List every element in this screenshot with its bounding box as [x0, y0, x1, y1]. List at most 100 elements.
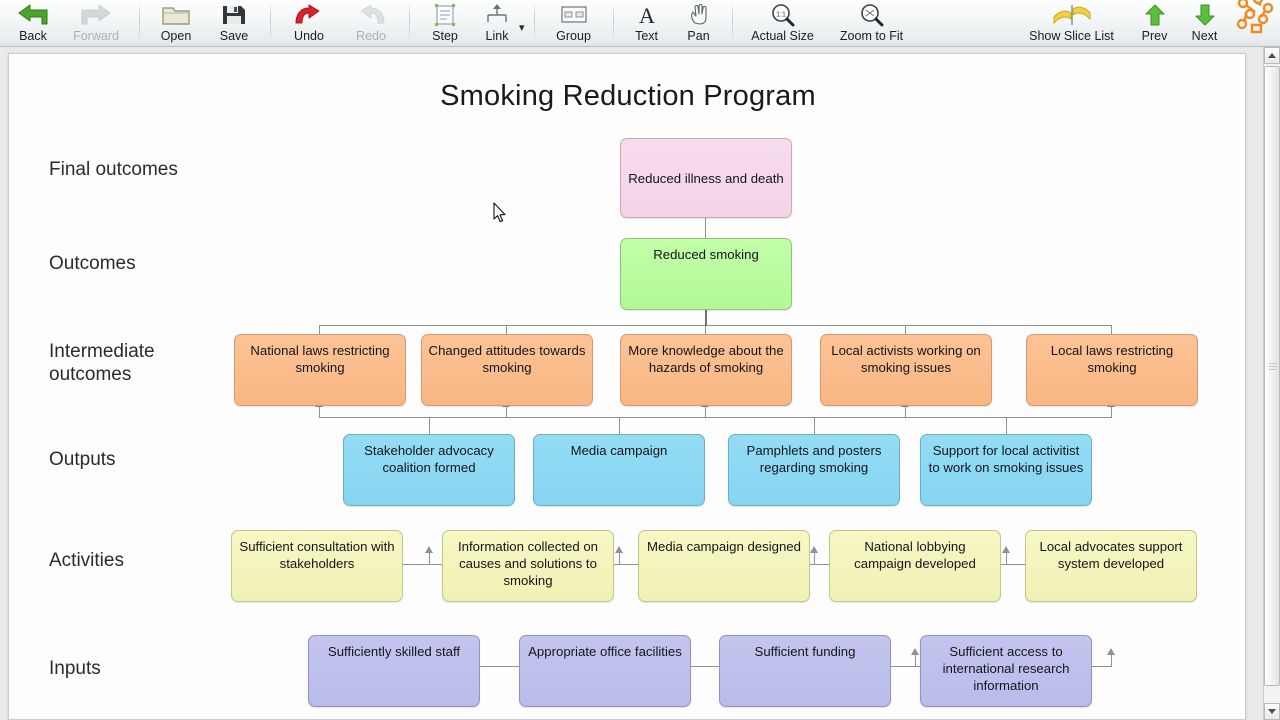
node-activity-5[interactable]: Local advocates support system developed [1025, 530, 1197, 602]
node-activity-3[interactable]: Media campaign designed [638, 530, 810, 602]
row-label-intermediate-outcomes-text: Intermediate outcomes [49, 341, 155, 385]
toolbar-separator [139, 3, 140, 41]
toolbar-label-show-slice-list: Show Slice List [1029, 29, 1114, 43]
node-input-2[interactable]: Appropriate office facilities [519, 635, 691, 707]
node-intermediate-outcome-5[interactable]: Local laws restricting smoking [1026, 334, 1198, 406]
scrollbar-thumb[interactable] [1264, 66, 1280, 686]
connector-rise-output-1 [429, 552, 430, 565]
zoom-to-fit-icon [859, 2, 885, 28]
node-input-3[interactable]: Sufficient funding [719, 635, 891, 707]
connector-arrow-output-2 [615, 546, 623, 553]
scrollbar-grip-icon [1269, 363, 1277, 370]
node-activity-2[interactable]: Information collected on causes and solu… [442, 530, 614, 602]
toolbar-button-redo[interactable]: Redo [340, 0, 402, 47]
triangle-down-icon [1268, 709, 1276, 714]
node-intermediate-outcome-3[interactable]: More knowledge about the hazards of smok… [620, 334, 792, 406]
connector-bus-intermediate-outcomes [319, 325, 1111, 326]
node-outcome-1[interactable]: Reduced smoking [620, 238, 792, 310]
diagram-canvas[interactable]: Smoking Reduction Program Final outcomes… [0, 47, 1280, 720]
connector-rise-output-4 [1006, 552, 1007, 565]
connector-rise-output-2 [619, 552, 620, 565]
node-intermediate-outcome-2[interactable]: Changed attitudes towards smoking [421, 334, 593, 406]
toolbar-button-show-slice-list[interactable]: Show Slice List [1014, 0, 1130, 47]
toolbar-label-save: Save [219, 29, 249, 43]
connector-arrow-activity-4 [911, 648, 919, 655]
diagram-page[interactable]: Smoking Reduction Program Final outcomes… [8, 53, 1246, 720]
node-final-outcome-1[interactable]: Reduced illness and death [620, 138, 792, 218]
link-icon [483, 2, 511, 28]
row-label-activities: Activities [49, 550, 124, 571]
actual-size-icon: 1:1 [770, 2, 796, 28]
page-title: Smoking Reduction Program [440, 80, 816, 112]
connector-rise-intermediate-4 [905, 406, 906, 418]
node-label: Pamphlets and posters regarding smoking [746, 443, 882, 475]
toolbar-label-zoom-to-fit: Zoom to Fit [839, 29, 904, 43]
forward-arrow-icon [79, 2, 113, 28]
toolbar-button-text[interactable]: A Text [621, 0, 673, 47]
toolbar-button-forward[interactable]: Forward [60, 0, 132, 47]
node-output-1[interactable]: Stakeholder advocacy coalition formed [343, 434, 515, 506]
node-input-4[interactable]: Sufficient access to international resea… [920, 635, 1092, 707]
row-label-outputs: Outputs [49, 449, 116, 470]
toolbar-button-open[interactable]: Open [147, 0, 205, 47]
toolbar-label-next: Next [1191, 29, 1218, 43]
toolbar-button-prev[interactable]: Prev [1130, 0, 1180, 47]
node-label: National laws restricting smoking [250, 343, 390, 375]
toolbar-button-step[interactable]: Step [417, 0, 473, 47]
svg-text:A: A [639, 3, 655, 27]
text-a-icon: A [635, 2, 659, 28]
connector-drop-output-3 [814, 417, 815, 435]
toolbar-button-group[interactable]: Group [542, 0, 606, 47]
connector-rise-intermediate-3 [705, 406, 706, 418]
toolbar-label-step: Step [432, 29, 458, 43]
node-activity-1[interactable]: Sufficient consultation with stakeholder… [231, 530, 403, 602]
connector-rise-activity-5 [1111, 654, 1112, 667]
toolbar-button-zoom-to-fit[interactable]: Zoom to Fit [826, 0, 918, 47]
toolbar-label-group: Group [556, 29, 591, 43]
node-label: Local activists working on smoking issue… [831, 343, 981, 375]
undo-arrow-icon [293, 2, 325, 28]
main-toolbar: Back Forward Open Save Undo Redo Step Li… [0, 0, 1280, 47]
node-label: Information collected on causes and solu… [457, 539, 598, 588]
step-icon [432, 2, 458, 28]
connector-drop-output-1 [429, 417, 430, 435]
toolbar-button-pan[interactable]: Pan [673, 0, 725, 47]
node-input-1[interactable]: Sufficiently skilled staff [308, 635, 480, 707]
node-activity-4[interactable]: National lobbying campaign developed [829, 530, 1001, 602]
node-label: Changed attitudes towards smoking [428, 343, 586, 375]
node-label: Stakeholder advocacy coalition formed [364, 443, 494, 475]
folder-open-icon [161, 2, 191, 28]
node-intermediate-outcome-4[interactable]: Local activists working on smoking issue… [820, 334, 992, 406]
row-label-inputs: Inputs [49, 658, 101, 679]
toolbar-button-actual-size[interactable]: 1:1 Actual Size [740, 0, 826, 47]
node-output-2[interactable]: Media campaign [533, 434, 705, 506]
mouse-cursor [493, 202, 507, 224]
vertical-scrollbar[interactable] [1263, 47, 1280, 720]
node-label: Support for local activitist to work on … [928, 443, 1084, 475]
connector-arrow-output-3 [810, 546, 818, 553]
node-label: More knowledge about the hazards of smok… [628, 343, 784, 375]
connector-rise-final-outcomes [705, 216, 706, 238]
toolbar-label-forward: Forward [73, 29, 119, 43]
scroll-up-button[interactable] [1264, 47, 1280, 64]
pan-hand-icon [687, 2, 711, 28]
toolbar-label-link: Link [485, 29, 509, 43]
node-output-4[interactable]: Support for local activitist to work on … [920, 434, 1092, 506]
toolbar-separator [533, 3, 535, 41]
toolbar-button-next[interactable]: Next [1180, 0, 1230, 47]
connector-rise-activity-4 [915, 654, 916, 667]
node-output-3[interactable]: Pamphlets and posters regarding smoking [728, 434, 900, 506]
connector-bus-outputs-intermediate [319, 417, 1111, 418]
toolbar-button-save[interactable]: Save [205, 0, 263, 47]
node-label: Local advocates support system developed [1039, 539, 1183, 571]
scroll-down-button[interactable] [1264, 703, 1280, 720]
toolbar-button-back[interactable]: Back [6, 0, 60, 47]
triangle-up-icon [1268, 53, 1276, 58]
toolbar-button-undo[interactable]: Undo [278, 0, 340, 47]
node-intermediate-outcome-1[interactable]: National laws restricting smoking [234, 334, 406, 406]
toolbar-button-link[interactable]: Link [473, 0, 521, 47]
node-label: Media campaign [570, 443, 668, 458]
toolbar-label-prev: Prev [1141, 29, 1168, 43]
connector-arrow-activity-5 [1107, 648, 1115, 655]
toolbar-label-redo: Redo [356, 29, 386, 43]
